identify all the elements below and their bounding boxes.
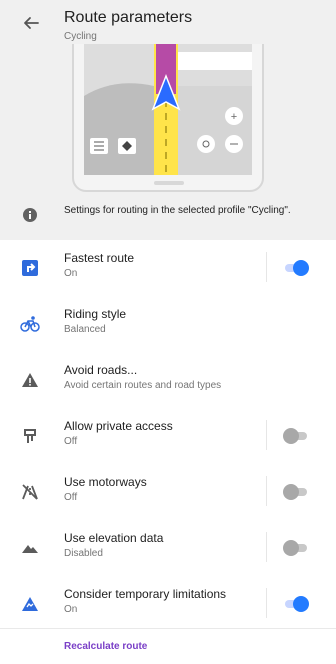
- divider: [266, 420, 267, 450]
- recalculate-route-button[interactable]: Recalculate route: [0, 628, 336, 664]
- divider: [266, 476, 267, 506]
- setting-value: On: [64, 604, 78, 615]
- mountain-icon: [22, 545, 38, 553]
- map-preview: +: [84, 44, 252, 175]
- gate-icon: [24, 429, 36, 443]
- page-subtitle: Cycling: [64, 31, 97, 42]
- info-banner: Settings for routing in the selected pro…: [0, 200, 336, 240]
- arrow-left-icon[interactable]: [20, 12, 42, 34]
- fastest-route-toggle[interactable]: [283, 260, 309, 276]
- elevation-data-toggle[interactable]: [283, 540, 309, 556]
- divider: [266, 588, 267, 618]
- recalculate-route-label: Recalculate route: [64, 641, 148, 652]
- info-icon: [23, 208, 37, 222]
- setting-riding-style[interactable]: Riding style Balanced: [0, 296, 336, 352]
- setting-label: Avoid roads...: [64, 363, 138, 377]
- setting-fastest-route[interactable]: Fastest route On: [0, 240, 336, 296]
- phone-frame: +: [72, 44, 264, 192]
- setting-value: Disabled: [64, 548, 103, 559]
- setting-label: Consider temporary limitations: [64, 587, 227, 601]
- setting-label: Use elevation data: [64, 531, 164, 545]
- setting-label: Use motorways: [64, 475, 147, 489]
- route-icon: [22, 260, 38, 276]
- bicycle-icon: [20, 316, 40, 332]
- setting-use-motorways[interactable]: Use motorways Off: [0, 464, 336, 520]
- svg-text:+: +: [231, 111, 237, 123]
- info-text: Settings for routing in the selected pro…: [64, 205, 291, 216]
- setting-value: On: [64, 268, 78, 279]
- setting-temporary-limitations[interactable]: Consider temporary limitations On: [0, 576, 336, 632]
- setting-allow-private-access[interactable]: Allow private access Off: [0, 408, 336, 464]
- motorways-toggle[interactable]: [283, 484, 309, 500]
- warning-icon: [22, 373, 38, 387]
- setting-use-elevation-data[interactable]: Use elevation data Disabled: [0, 520, 336, 576]
- divider: [266, 252, 267, 282]
- divider: [266, 532, 267, 562]
- phone-speaker: [154, 181, 184, 185]
- setting-label: Riding style: [64, 307, 127, 321]
- route-preview-illustration: +: [0, 44, 336, 200]
- top-bar: Route parameters Cycling: [0, 0, 336, 44]
- setting-label: Allow private access: [64, 419, 173, 433]
- setting-value: Off: [64, 436, 78, 447]
- setting-label: Fastest route: [64, 251, 135, 265]
- setting-avoid-roads[interactable]: Avoid roads... Avoid certain routes and …: [0, 352, 336, 408]
- temporary-limitations-toggle[interactable]: [283, 596, 309, 612]
- motorway-icon: [22, 484, 38, 500]
- private-access-toggle[interactable]: [283, 428, 309, 444]
- setting-value: Avoid certain routes and road types: [64, 380, 222, 391]
- setting-value: Off: [64, 492, 78, 503]
- page-title: Route parameters: [64, 9, 193, 26]
- setting-value: Balanced: [64, 324, 106, 335]
- traffic-cone-icon: [22, 597, 38, 611]
